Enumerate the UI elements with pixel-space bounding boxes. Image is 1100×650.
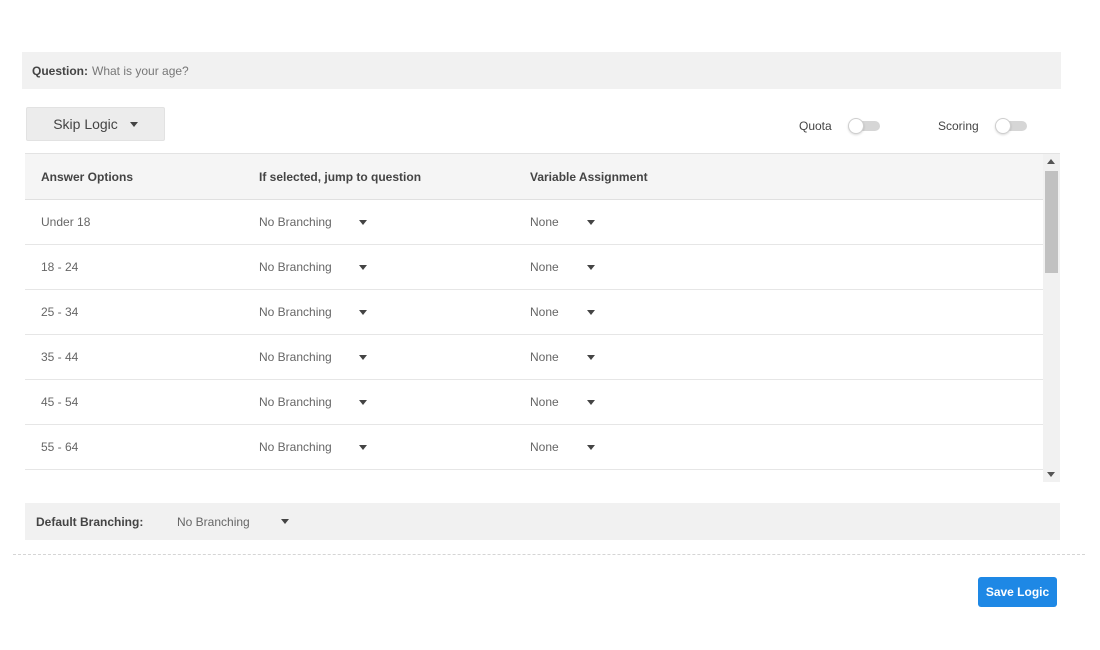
variable-assignment-select[interactable]: None: [530, 350, 830, 364]
quota-toggle-group: Quota: [799, 118, 880, 134]
scoring-toggle-group: Scoring: [938, 118, 1027, 134]
table-body: Under 18 No Branching None 18 - 24 No Branch…: [25, 200, 1043, 482]
answer-option: 18 - 24: [41, 260, 79, 274]
chevron-down-icon: [587, 354, 595, 360]
jump-select-value: No Branching: [259, 305, 332, 319]
jump-select-value: No Branching: [259, 395, 332, 409]
variable-select-value: None: [530, 440, 559, 454]
chevron-down-icon: [359, 264, 367, 270]
header-jump-to-question: If selected, jump to question: [259, 169, 422, 184]
header-answer-options: Answer Options: [41, 169, 134, 184]
variable-assignment-select[interactable]: None: [530, 440, 830, 454]
quota-label: Quota: [799, 119, 832, 133]
chevron-down-icon: [359, 309, 367, 315]
jump-to-question-select[interactable]: No Branching: [259, 215, 530, 229]
answer-option: 45 - 54: [41, 395, 79, 409]
section-divider: [13, 554, 1085, 555]
jump-select-value: No Branching: [259, 440, 332, 454]
jump-to-question-select[interactable]: No Branching: [259, 305, 530, 319]
variable-assignment-select[interactable]: None: [530, 305, 830, 319]
chevron-down-icon: [129, 121, 138, 127]
logic-table: Answer Options If selected, jump to ques…: [25, 153, 1060, 482]
chevron-down-icon: [587, 399, 595, 405]
table-scrollbar[interactable]: [1043, 154, 1060, 482]
answer-option: Under 18: [41, 215, 91, 229]
chevron-down-icon: [587, 444, 595, 450]
question-bar: Question: What is your age?: [22, 52, 1061, 89]
skip-logic-dropdown-label: Skip Logic: [53, 116, 118, 132]
table-row: 45 - 54 No Branching None: [25, 380, 1043, 425]
table-row: 18 - 24 No Branching None: [25, 245, 1043, 290]
quota-toggle-knob: [847, 118, 864, 134]
logic-table-content: Answer Options If selected, jump to ques…: [25, 154, 1043, 482]
scroll-up-icon[interactable]: [1047, 159, 1055, 164]
variable-assignment-select[interactable]: None: [530, 215, 830, 229]
default-branching-select[interactable]: No Branching: [177, 515, 281, 529]
variable-select-value: None: [530, 395, 559, 409]
chevron-down-icon: [359, 219, 367, 225]
chevron-down-icon[interactable]: [281, 519, 289, 524]
table-row: Under 18 No Branching None: [25, 200, 1043, 245]
table-row: 25 - 34 No Branching None: [25, 290, 1043, 335]
table-header: Answer Options If selected, jump to ques…: [25, 154, 1043, 200]
skip-logic-dropdown[interactable]: Skip Logic: [26, 107, 165, 141]
variable-select-value: None: [530, 215, 559, 229]
table-row: 35 - 44 No Branching None: [25, 335, 1043, 380]
table-row: 65+No BranchingNone: [25, 470, 1043, 482]
answer-option: 55 - 64: [41, 440, 79, 454]
question-text: What is your age?: [92, 63, 189, 78]
chevron-down-icon: [587, 309, 595, 315]
chevron-down-icon: [359, 399, 367, 405]
variable-assignment-select[interactable]: None: [530, 260, 830, 274]
save-logic-button[interactable]: Save Logic: [978, 577, 1057, 607]
chevron-down-icon: [359, 354, 367, 360]
jump-to-question-select[interactable]: No Branching: [259, 350, 530, 364]
default-branching-bar: Default Branching: No Branching: [25, 503, 1060, 540]
scoring-label: Scoring: [938, 119, 979, 133]
scrollbar-thumb[interactable]: [1045, 171, 1058, 273]
default-branching-label: Default Branching:: [36, 514, 144, 529]
scroll-down-icon[interactable]: [1047, 472, 1055, 477]
answer-option: 35 - 44: [41, 350, 79, 364]
jump-select-value: No Branching: [259, 215, 332, 229]
question-label: Question:: [32, 63, 88, 78]
jump-select-value: No Branching: [259, 260, 332, 274]
answer-option: 25 - 34: [41, 305, 79, 319]
jump-to-question-select[interactable]: No Branching: [259, 395, 530, 409]
quota-toggle[interactable]: [847, 118, 880, 134]
jump-select-value: No Branching: [259, 350, 332, 364]
scoring-toggle-knob: [994, 118, 1011, 134]
table-row: 55 - 64 No Branching None: [25, 425, 1043, 470]
scoring-toggle[interactable]: [994, 118, 1027, 134]
variable-select-value: None: [530, 260, 559, 274]
chevron-down-icon: [587, 264, 595, 270]
variable-select-value: None: [530, 305, 559, 319]
chevron-down-icon: [359, 444, 367, 450]
variable-select-value: None: [530, 350, 559, 364]
header-variable-assignment: Variable Assignment: [530, 169, 648, 184]
variable-assignment-select[interactable]: None: [530, 395, 830, 409]
jump-to-question-select[interactable]: No Branching: [259, 440, 530, 454]
chevron-down-icon: [587, 219, 595, 225]
jump-to-question-select[interactable]: No Branching: [259, 260, 530, 274]
